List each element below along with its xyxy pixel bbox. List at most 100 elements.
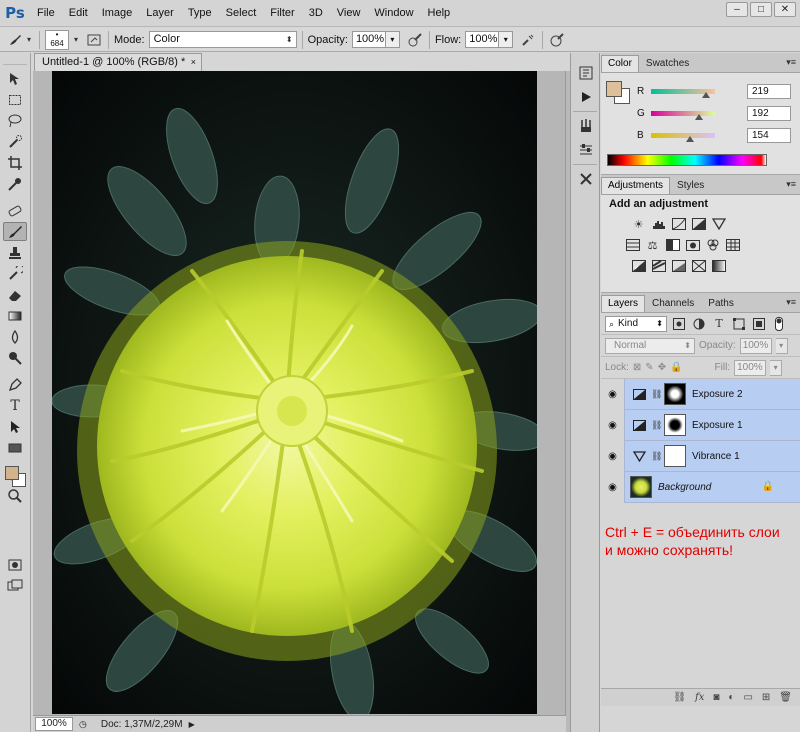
opacity-dropdown[interactable]: ▾ — [385, 31, 400, 48]
filter-pixel-icon[interactable] — [671, 316, 687, 332]
history-panel-icon[interactable] — [575, 63, 597, 83]
brush-tool-preset-icon[interactable] — [6, 31, 24, 49]
tab-adjustments[interactable]: Adjustments — [601, 177, 671, 194]
color-balance-icon[interactable]: ⚖ — [645, 238, 660, 252]
pen-tool-icon[interactable] — [3, 375, 27, 394]
brush-size-picker[interactable]: • 684 — [45, 29, 69, 50]
foreground-color-swatch[interactable] — [5, 466, 19, 480]
airbrush-icon[interactable] — [519, 31, 537, 49]
chevron-down-icon[interactable]: ▾ — [24, 31, 34, 49]
hue-saturation-icon[interactable] — [625, 238, 640, 252]
status-menu-icon[interactable]: ▶ — [189, 720, 195, 729]
layer-mask-thumbnail[interactable] — [664, 445, 686, 467]
pressure-size-icon[interactable] — [548, 31, 566, 49]
photo-filter-icon[interactable] — [685, 238, 700, 252]
eye-icon[interactable]: ◉ — [601, 440, 625, 472]
clone-stamp-tool-icon[interactable] — [3, 243, 27, 262]
minimize-button[interactable]: – — [726, 2, 748, 17]
new-group-icon[interactable]: ▭ — [743, 692, 752, 703]
gradient-tool-icon[interactable] — [3, 306, 27, 325]
color-spectrum[interactable] — [607, 154, 767, 166]
layer-name[interactable]: Exposure 1 — [692, 420, 743, 431]
flow-input[interactable]: 100% — [465, 31, 500, 48]
panel-menu-icon[interactable]: ▾≡ — [786, 57, 796, 68]
layer-fill-dropdown[interactable]: ▾ — [770, 359, 783, 376]
chevron-down-icon[interactable]: ▾ — [69, 31, 83, 49]
green-slider-thumb[interactable] — [695, 113, 704, 120]
dodge-tool-icon[interactable] — [3, 348, 27, 367]
chain-link-icon[interactable]: ⛓ — [651, 420, 662, 431]
layer-name[interactable]: Exposure 2 — [692, 389, 743, 400]
type-tool-icon[interactable]: T — [3, 396, 27, 415]
brightness-icon[interactable]: ☀ — [631, 217, 646, 231]
threshold-icon[interactable] — [671, 259, 686, 273]
layer-filter-kind-select[interactable]: ⌕ Kind ⬍ — [605, 315, 667, 332]
eye-icon[interactable]: ◉ — [601, 409, 625, 441]
blue-slider-thumb[interactable] — [685, 135, 694, 142]
filter-adjustment-icon[interactable] — [691, 316, 707, 332]
chain-link-icon[interactable]: ⛓ — [651, 389, 662, 400]
filter-smart-object-icon[interactable] — [751, 316, 767, 332]
zoom-input[interactable]: 100% — [35, 717, 73, 731]
tool-presets-icon[interactable] — [575, 169, 597, 189]
menu-edit[interactable]: Edit — [62, 0, 95, 27]
blue-slider[interactable] — [651, 132, 715, 142]
toolbar-grip[interactable] — [3, 55, 27, 65]
menu-file[interactable]: File — [30, 0, 62, 27]
chain-link-icon[interactable]: ⛓ — [651, 451, 662, 462]
tab-channels[interactable]: Channels — [645, 295, 701, 312]
filter-shape-icon[interactable] — [731, 316, 747, 332]
document-tab[interactable]: Untitled-1 @ 100% (RGB/8) * × — [34, 53, 202, 71]
new-layer-icon[interactable]: ⊞ — [762, 692, 770, 703]
brush-panel-icon[interactable] — [85, 31, 103, 49]
layer-opacity-dropdown[interactable]: ▾ — [775, 337, 788, 354]
posterize-icon[interactable] — [651, 259, 666, 273]
layer-style-icon[interactable]: fx — [695, 692, 704, 703]
green-slider[interactable] — [651, 110, 715, 120]
close-button[interactable]: ✕ — [774, 2, 796, 17]
history-brush-tool-icon[interactable] — [3, 264, 27, 283]
quick-mask-icon[interactable] — [3, 555, 27, 574]
red-slider-thumb[interactable] — [701, 91, 710, 98]
red-value-input[interactable]: 219 — [747, 83, 791, 99]
black-white-icon[interactable] — [665, 238, 680, 252]
menu-image[interactable]: Image — [95, 0, 140, 27]
blend-mode-select[interactable]: Normal ⬍ — [605, 337, 695, 354]
flow-dropdown[interactable]: ▾ — [499, 31, 514, 48]
opacity-input[interactable]: 100% — [351, 31, 386, 48]
link-layers-icon[interactable]: ⛓ — [673, 692, 686, 703]
brush-presets-icon[interactable] — [575, 116, 597, 136]
zoom-tool-icon[interactable] — [3, 486, 27, 505]
panel-menu-icon[interactable]: ▾≡ — [786, 179, 796, 190]
filter-type-icon[interactable]: T — [711, 316, 727, 332]
layer-fill-input[interactable]: 100% — [734, 359, 767, 376]
maximize-button[interactable]: □ — [750, 2, 772, 17]
menu-help[interactable]: Help — [421, 0, 458, 27]
layer-mask-thumbnail[interactable] — [664, 414, 686, 436]
lasso-tool-icon[interactable] — [3, 111, 27, 130]
layer-opacity-input[interactable]: 100% — [739, 337, 772, 354]
spot-healing-tool-icon[interactable] — [3, 201, 27, 220]
eye-icon[interactable]: ◉ — [601, 471, 625, 503]
filter-toggle-icon[interactable] — [771, 316, 787, 332]
rectangle-tool-icon[interactable] — [3, 438, 27, 457]
menu-type[interactable]: Type — [181, 0, 219, 27]
eyedropper-tool-icon[interactable] — [3, 174, 27, 193]
eraser-tool-icon[interactable] — [3, 285, 27, 304]
menu-3d[interactable]: 3D — [302, 0, 330, 27]
eye-icon[interactable]: ◉ — [601, 378, 625, 410]
layer-mask-thumbnail[interactable] — [664, 383, 686, 405]
brush-tool-icon[interactable] — [3, 222, 27, 241]
marquee-tool-icon[interactable] — [3, 90, 27, 109]
add-mask-icon[interactable]: ◙ — [713, 692, 719, 703]
screen-mode-icon[interactable] — [3, 576, 27, 595]
selective-color-icon[interactable] — [691, 259, 706, 273]
new-adjustment-layer-icon[interactable]: ◐ — [728, 692, 734, 703]
tab-swatches[interactable]: Swatches — [639, 55, 696, 72]
pressure-opacity-icon[interactable] — [406, 31, 424, 49]
layer-row-exposure-1[interactable]: ◉ ⛓ Exposure 1 — [601, 409, 800, 441]
layer-row-exposure-2[interactable]: ◉ ⛓ Exposure 2 — [601, 378, 800, 410]
exposure-icon[interactable] — [691, 217, 706, 231]
layer-name[interactable]: Background — [658, 482, 711, 493]
red-slider[interactable] — [651, 88, 715, 98]
